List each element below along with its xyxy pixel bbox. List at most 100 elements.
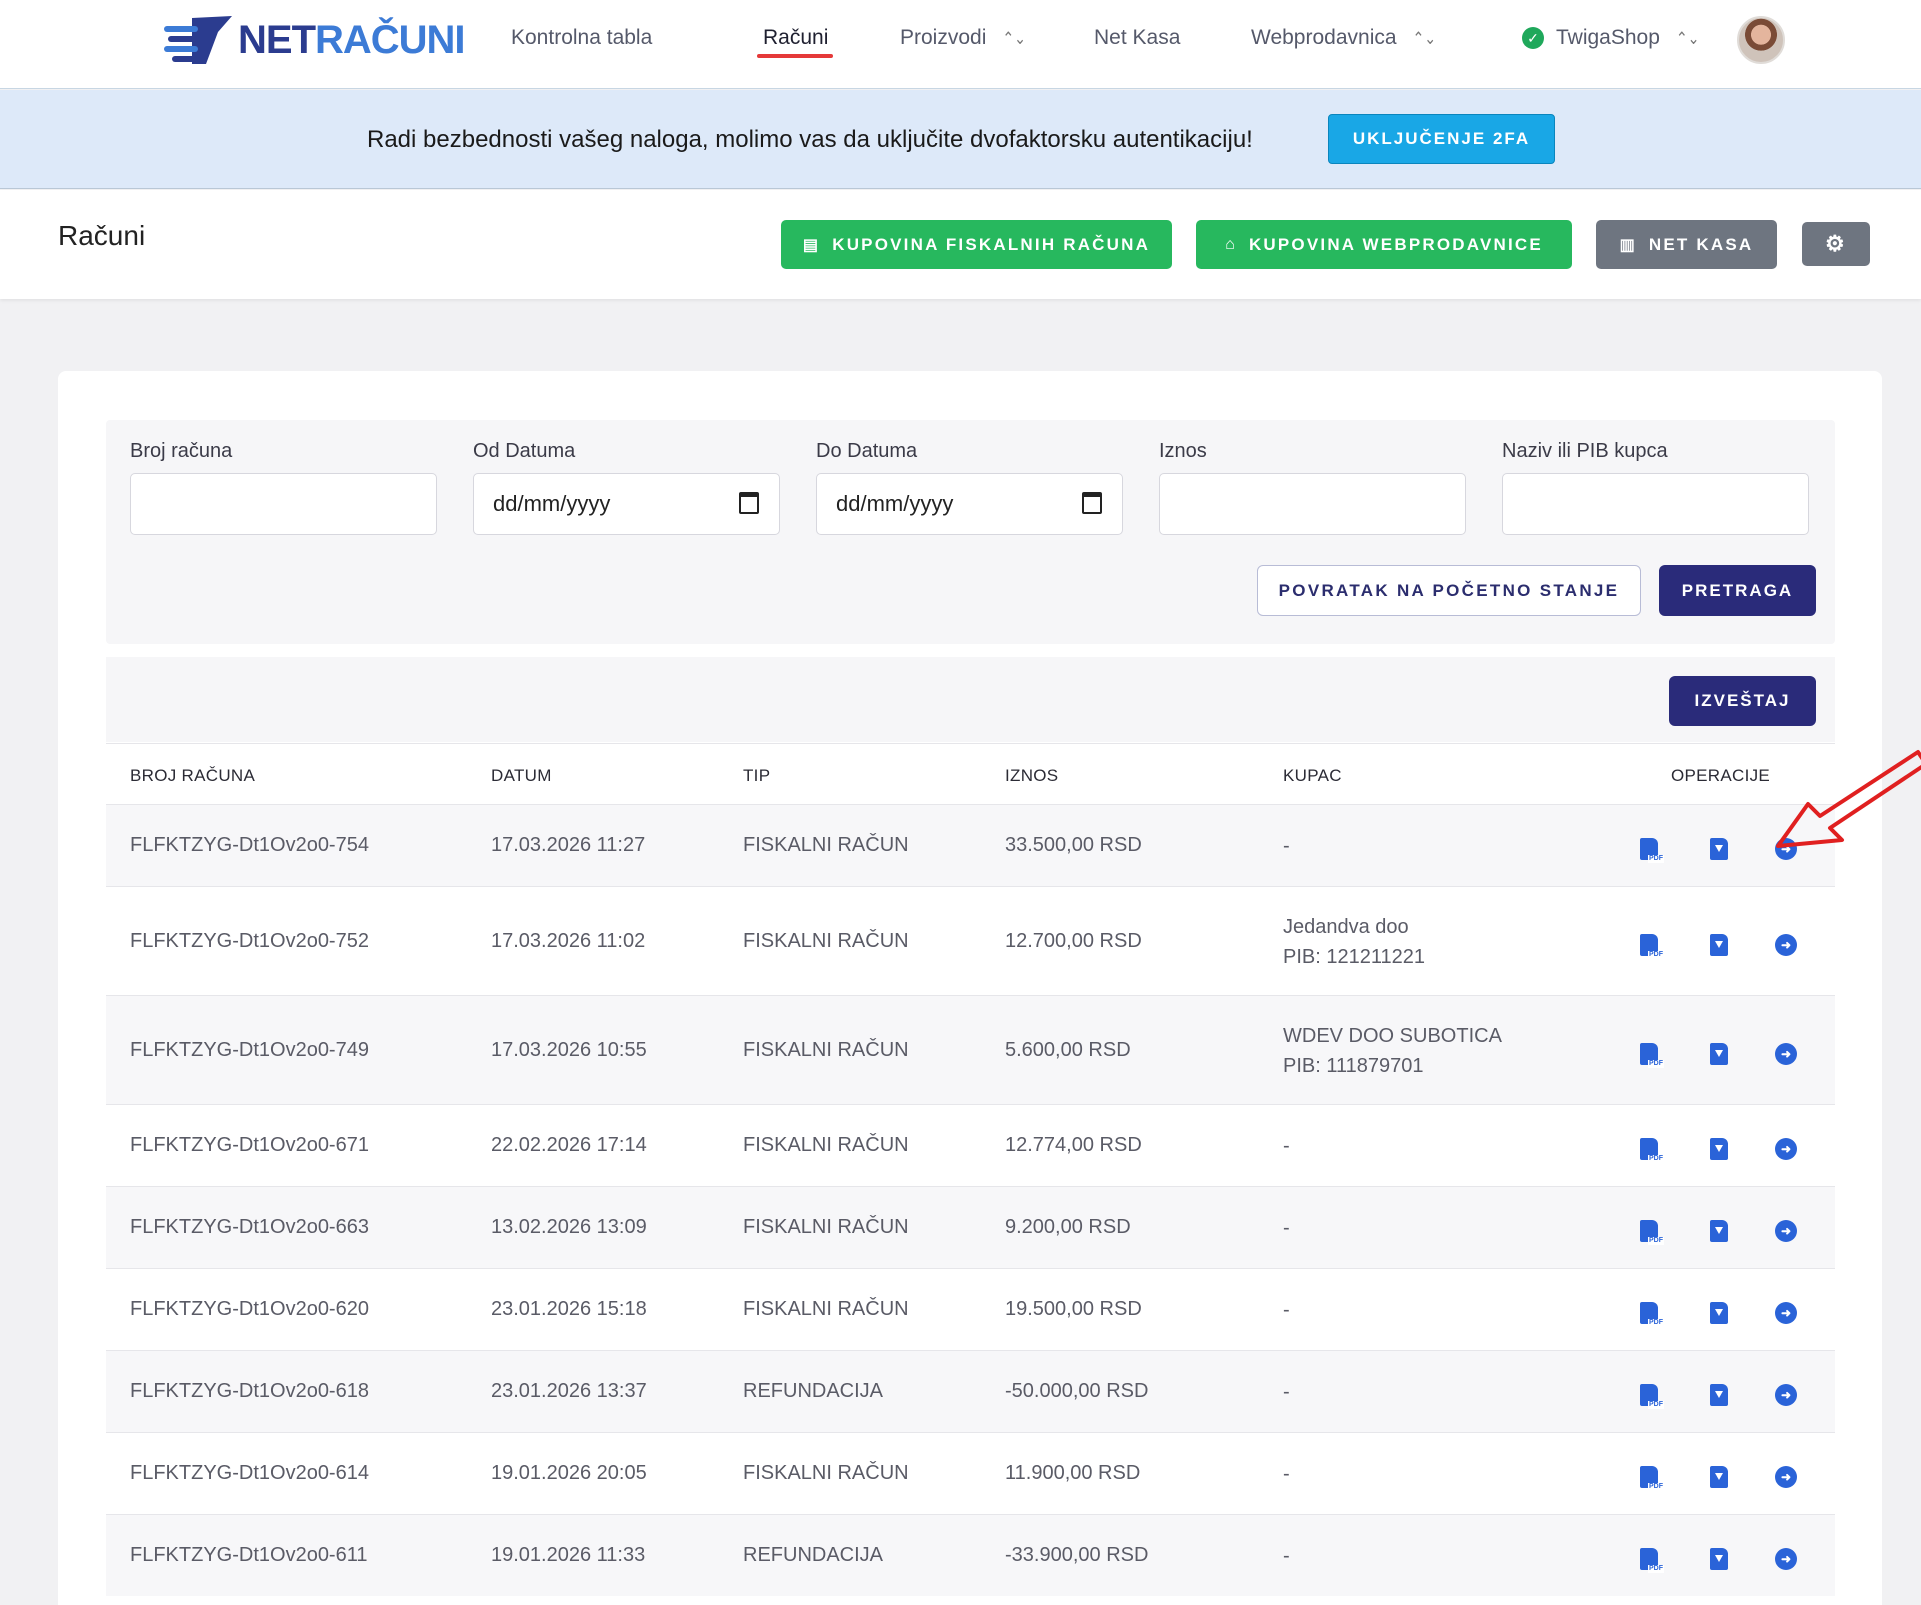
file-download-button[interactable] bbox=[1710, 1384, 1732, 1406]
customer-input[interactable] bbox=[1502, 473, 1809, 535]
file-download-button[interactable] bbox=[1710, 838, 1732, 860]
arrow-circle-right-button[interactable]: ➜ bbox=[1775, 1220, 1797, 1242]
table-row: FLFKTZYG-Dt1Ov2o0-618 23.01.2026 13:37 REF… bbox=[106, 1350, 1835, 1432]
reset-filters-button[interactable]: POVRATAK NA POČETNO STANJE bbox=[1257, 565, 1641, 616]
invoice-number-label: Broj računa bbox=[130, 440, 233, 462]
customer-name: - bbox=[1283, 1545, 1290, 1567]
chevron-updown-icon: ⌃⌄ bbox=[1002, 28, 1026, 48]
table-row: FLFKTZYG-Dt1Ov2o0-754 17.03.2026 11:27 FIS… bbox=[106, 804, 1835, 886]
date-from-input[interactable]: dd/mm/yyyy bbox=[473, 473, 780, 535]
customer-name: - bbox=[1283, 1463, 1290, 1485]
file-pdf-button[interactable] bbox=[1640, 1302, 1664, 1327]
invoice-type-cell: FISKALNI RAČUN bbox=[743, 1462, 909, 1484]
buy-webshop-button[interactable]: ⌂ KUPOVINA WEBPRODAVNICE bbox=[1196, 220, 1572, 269]
invoice-amount-cell: 19.500,00 RSD bbox=[1005, 1298, 1142, 1320]
cash-register-icon: ▥ bbox=[1619, 236, 1637, 254]
file-pdf-button[interactable] bbox=[1640, 1548, 1664, 1573]
arrow-circle-right-button[interactable]: ➜ bbox=[1775, 1548, 1797, 1570]
file-download-icon bbox=[1710, 1138, 1728, 1160]
brand-logo[interactable]: NETRAČUNI bbox=[162, 12, 466, 68]
customer-pib: PIB: 121211221 bbox=[1283, 946, 1425, 968]
file-pdf-button[interactable] bbox=[1640, 1466, 1664, 1491]
column-header-type: TIP bbox=[743, 766, 771, 785]
nav-webprodavnica[interactable]: Webprodavnica ⌃⌄ bbox=[1251, 26, 1436, 50]
invoice-date-cell: 19.01.2026 11:33 bbox=[491, 1544, 646, 1566]
calendar-icon[interactable] bbox=[739, 492, 759, 514]
file-pdf-button[interactable] bbox=[1640, 934, 1664, 959]
nav-net-kasa[interactable]: Net Kasa bbox=[1094, 26, 1180, 50]
page-title: Računi bbox=[58, 220, 146, 251]
file-download-button[interactable] bbox=[1710, 1220, 1732, 1242]
arrow-circle-right-button[interactable]: ➜ bbox=[1775, 1302, 1797, 1324]
invoice-number-input[interactable] bbox=[130, 473, 437, 535]
customer-cell: - bbox=[1283, 1295, 1290, 1325]
customer-pib: PIB: 111879701 bbox=[1283, 1055, 1424, 1077]
file-download-button[interactable] bbox=[1710, 1138, 1732, 1160]
avatar[interactable] bbox=[1737, 16, 1785, 64]
file-pdf-icon bbox=[1640, 1384, 1664, 1409]
customer-name: - bbox=[1283, 1217, 1290, 1239]
netracuni-logo-icon bbox=[164, 16, 232, 64]
active-nav-indicator bbox=[757, 54, 833, 58]
enable-2fa-button[interactable]: UKLJUČENJE 2FA bbox=[1328, 114, 1555, 164]
report-button[interactable]: IZVEŠTAJ bbox=[1669, 676, 1816, 726]
file-pdf-button[interactable] bbox=[1640, 1220, 1664, 1245]
arrow-circle-right-icon: ➜ bbox=[1775, 1548, 1797, 1570]
twofa-banner: Radi bezbednosti vašeg naloga, molimo va… bbox=[0, 90, 1921, 189]
nav-kontrolna-tabla[interactable]: Kontrolna tabla bbox=[511, 26, 652, 50]
invoice-number-cell: FLFKTZYG-Dt1Ov2o0-620 bbox=[130, 1298, 369, 1320]
file-pdf-icon bbox=[1640, 1043, 1664, 1068]
nav-proizvodi[interactable]: Proizvodi ⌃⌄ bbox=[900, 26, 1026, 50]
file-download-button[interactable] bbox=[1710, 1302, 1732, 1324]
file-download-icon bbox=[1710, 1220, 1728, 1242]
customer-name: WDEV DOO SUBOTICA bbox=[1283, 1025, 1502, 1047]
nav-racuni[interactable]: Računi bbox=[763, 26, 828, 50]
invoice-date-cell: 23.01.2026 13:37 bbox=[491, 1380, 647, 1402]
arrow-circle-right-icon: ➜ bbox=[1775, 1138, 1797, 1160]
column-header-date: DATUM bbox=[491, 766, 552, 785]
settings-button[interactable]: ⚙ bbox=[1802, 222, 1870, 266]
column-header-amount: IZNOS bbox=[1005, 766, 1059, 785]
invoice-amount-cell: 9.200,00 RSD bbox=[1005, 1216, 1131, 1238]
invoice-type-cell: FISKALNI RAČUN bbox=[743, 1134, 909, 1156]
file-pdf-button[interactable] bbox=[1640, 1384, 1664, 1409]
arrow-circle-right-icon: ➜ bbox=[1775, 1220, 1797, 1242]
arrow-circle-right-button[interactable]: ➜ bbox=[1775, 1466, 1797, 1488]
invoice-date-cell: 19.01.2026 20:05 bbox=[491, 1462, 647, 1484]
banner-message: Radi bezbednosti vašeg naloga, molimo va… bbox=[367, 126, 1253, 153]
file-download-button[interactable] bbox=[1710, 1043, 1732, 1065]
arrow-circle-right-icon: ➜ bbox=[1775, 1302, 1797, 1324]
arrow-circle-right-button[interactable]: ➜ bbox=[1775, 1384, 1797, 1406]
shop-selector[interactable]: ✓ TwigaShop ⌃⌄ bbox=[1522, 26, 1699, 50]
arrow-circle-right-button[interactable]: ➜ bbox=[1775, 934, 1797, 956]
table-row: FLFKTZYG-Dt1Ov2o0-749 17.03.2026 10:55 FIS… bbox=[106, 995, 1835, 1104]
gear-icon: ⚙ bbox=[1825, 231, 1847, 256]
invoice-date-cell: 23.01.2026 15:18 bbox=[491, 1298, 647, 1320]
file-download-button[interactable] bbox=[1710, 934, 1732, 956]
customer-cell: - bbox=[1283, 1377, 1290, 1407]
arrow-circle-right-button[interactable]: ➜ bbox=[1775, 1043, 1797, 1065]
customer-name: - bbox=[1283, 1381, 1290, 1403]
file-download-button[interactable] bbox=[1710, 1466, 1732, 1488]
arrow-circle-right-button[interactable]: ➜ bbox=[1775, 1138, 1797, 1160]
file-pdf-button[interactable] bbox=[1640, 1043, 1664, 1068]
invoice-number-cell: FLFKTZYG-Dt1Ov2o0-663 bbox=[130, 1216, 369, 1238]
file-download-icon bbox=[1710, 1548, 1728, 1570]
receipt-icon: ▤ bbox=[802, 236, 821, 254]
file-pdf-button[interactable] bbox=[1640, 1138, 1664, 1163]
search-button[interactable]: PRETRAGA bbox=[1659, 565, 1816, 616]
date-to-input[interactable]: dd/mm/yyyy bbox=[816, 473, 1123, 535]
buy-fiscal-invoices-button[interactable]: ▤ KUPOVINA FISKALNIH RAČUNA bbox=[781, 220, 1172, 269]
file-download-button[interactable] bbox=[1710, 1548, 1732, 1570]
date-to-label: Do Datuma bbox=[816, 440, 918, 462]
calendar-icon[interactable] bbox=[1082, 492, 1102, 514]
column-header-operations: OPERACIJE bbox=[1671, 766, 1771, 785]
invoice-date-cell: 17.03.2026 11:27 bbox=[491, 834, 646, 856]
invoice-type-cell: FISKALNI RAČUN bbox=[743, 1298, 909, 1320]
customer-label: Naziv ili PIB kupca bbox=[1502, 440, 1668, 462]
file-pdf-button[interactable] bbox=[1640, 838, 1664, 863]
net-kasa-button[interactable]: ▥ NET KASA bbox=[1596, 220, 1777, 269]
amount-input[interactable] bbox=[1159, 473, 1466, 535]
invoice-amount-cell: 5.600,00 RSD bbox=[1005, 1039, 1131, 1061]
file-download-icon bbox=[1710, 1384, 1728, 1406]
